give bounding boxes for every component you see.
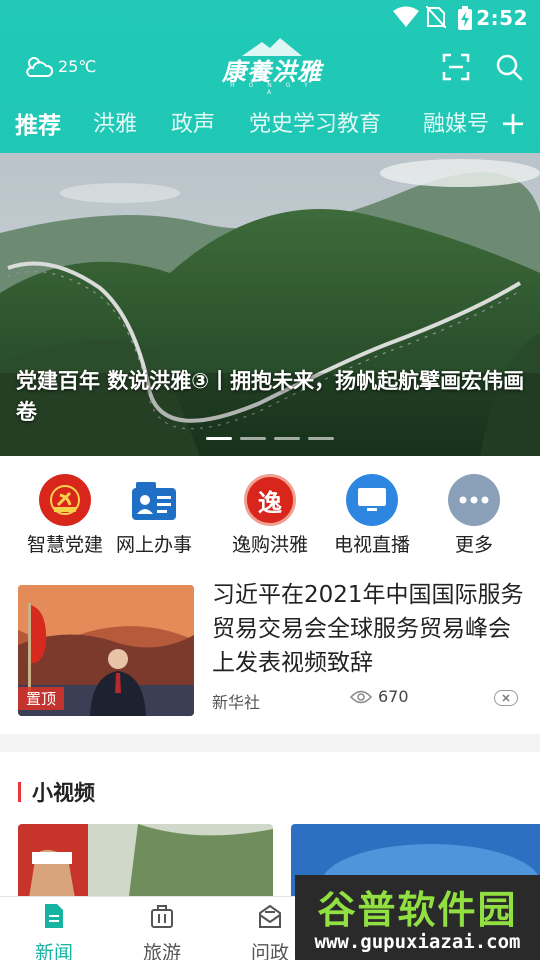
section-title: 小视频: [32, 781, 95, 805]
quick-item-party[interactable]: 智慧党建: [17, 474, 113, 557]
quick-item-more[interactable]: 更多: [426, 474, 522, 557]
top-bar: 25℃ 康養洪雅 H O N G Y A: [0, 36, 540, 98]
tab-media[interactable]: 融媒号: [423, 106, 489, 138]
quick-item-label: 网上办事: [115, 534, 192, 556]
battery-charging-icon: [458, 6, 472, 30]
pinned-badge: 置顶: [18, 687, 65, 710]
news-title[interactable]: 习近平在2021年中国国际服务贸易交易会全球服务贸易峰会上发表视频致辞: [212, 578, 526, 680]
nav-label: 旅游: [142, 942, 181, 960]
video-thumbnail: [18, 824, 273, 904]
carousel-dot[interactable]: [240, 437, 266, 440]
site-watermark: 谷普软件园 www.gupuxiazai.com: [295, 875, 540, 960]
more-icon: [448, 474, 500, 526]
scan-icon[interactable]: [441, 52, 471, 82]
app-logo: 康養洪雅 H O N G Y A: [222, 38, 322, 96]
carousel-indicators: [206, 437, 342, 440]
news-doc-icon: [45, 904, 63, 928]
category-tabs: 推荐 洪雅 政声 党史学习教育 融媒号: [0, 104, 500, 148]
quick-item-label: 智慧党建: [26, 534, 103, 556]
tab-zhengsheng[interactable]: 政声: [171, 106, 215, 138]
watermark-title: 谷普软件园: [317, 888, 518, 932]
search-icon[interactable]: [494, 52, 524, 82]
banner-title[interactable]: 党建百年 数说洪雅③丨拥抱未来，扬帆起航擘画宏伟画卷: [16, 366, 531, 428]
news-source: 新华社: [212, 693, 261, 712]
quick-item-label: 逸购洪雅: [231, 534, 308, 556]
quick-item-label: 电视直播: [333, 534, 410, 556]
close-icon: [502, 694, 510, 702]
quick-item-online-service[interactable]: 网上办事: [106, 474, 202, 557]
tab-recommend[interactable]: 推荐: [15, 106, 61, 140]
carousel-dot[interactable]: [206, 437, 232, 440]
wifi-icon: [393, 6, 419, 27]
tv-icon: [346, 474, 398, 526]
quick-item-label: 更多: [454, 534, 493, 556]
no-sim-icon: [426, 6, 446, 28]
suitcase-icon: [151, 905, 173, 928]
carousel-dot[interactable]: [308, 437, 334, 440]
dismiss-button[interactable]: [494, 690, 518, 706]
partly-cloudy-icon: [26, 57, 54, 77]
view-count-text: 670: [378, 687, 409, 706]
view-count: 670: [350, 687, 409, 706]
quick-item-tv[interactable]: 电视直播: [324, 474, 420, 557]
party-emblem-icon: [39, 474, 91, 526]
nav-travel[interactable]: 旅游: [122, 903, 202, 960]
carousel-dot[interactable]: [274, 437, 300, 440]
quick-item-shop[interactable]: 逸 逸购洪雅: [222, 474, 318, 557]
status-bar: 2:52: [0, 0, 540, 36]
eye-icon: [350, 690, 372, 703]
tab-hongya[interactable]: 洪雅: [93, 106, 137, 138]
video-card[interactable]: [18, 824, 273, 904]
section-accent-bar: [18, 782, 21, 802]
temperature-text: 25℃: [58, 56, 97, 76]
app-header: 2:52 25℃ 康養洪雅 H O N G Y A 推荐 洪雅 政声 党史学习教…: [0, 0, 540, 153]
tab-party-history[interactable]: 党史学习教育: [249, 106, 381, 138]
mail-icon: [259, 904, 281, 928]
add-tab-button[interactable]: +: [498, 106, 528, 142]
nav-news[interactable]: 新闻: [14, 903, 94, 960]
news-item[interactable]: 置顶 习近平在2021年中国国际服务贸易交易会全球服务贸易峰会上发表视频致辞 新…: [0, 570, 540, 734]
quick-menu: 智慧党建 网上办事 逸 逸购洪雅 电视直播 更多: [0, 456, 540, 570]
nav-label: 新闻: [34, 942, 73, 960]
news-thumbnail: 置顶: [18, 585, 194, 716]
id-card-icon: [128, 474, 180, 526]
status-time: 2:52: [476, 6, 528, 30]
watermark-url: www.gupuxiazai.com: [314, 931, 521, 953]
yi-shop-icon: 逸: [244, 474, 296, 526]
app-screen: 2:52 25℃ 康養洪雅 H O N G Y A 推荐 洪雅 政声 党史学习教…: [0, 0, 540, 960]
banner-carousel[interactable]: 党建百年 数说洪雅③丨拥抱未来，扬帆起航擘画宏伟画卷: [0, 153, 540, 456]
weather-widget[interactable]: 25℃: [24, 54, 96, 78]
logo-subtitle: H O N G Y A: [230, 82, 314, 96]
